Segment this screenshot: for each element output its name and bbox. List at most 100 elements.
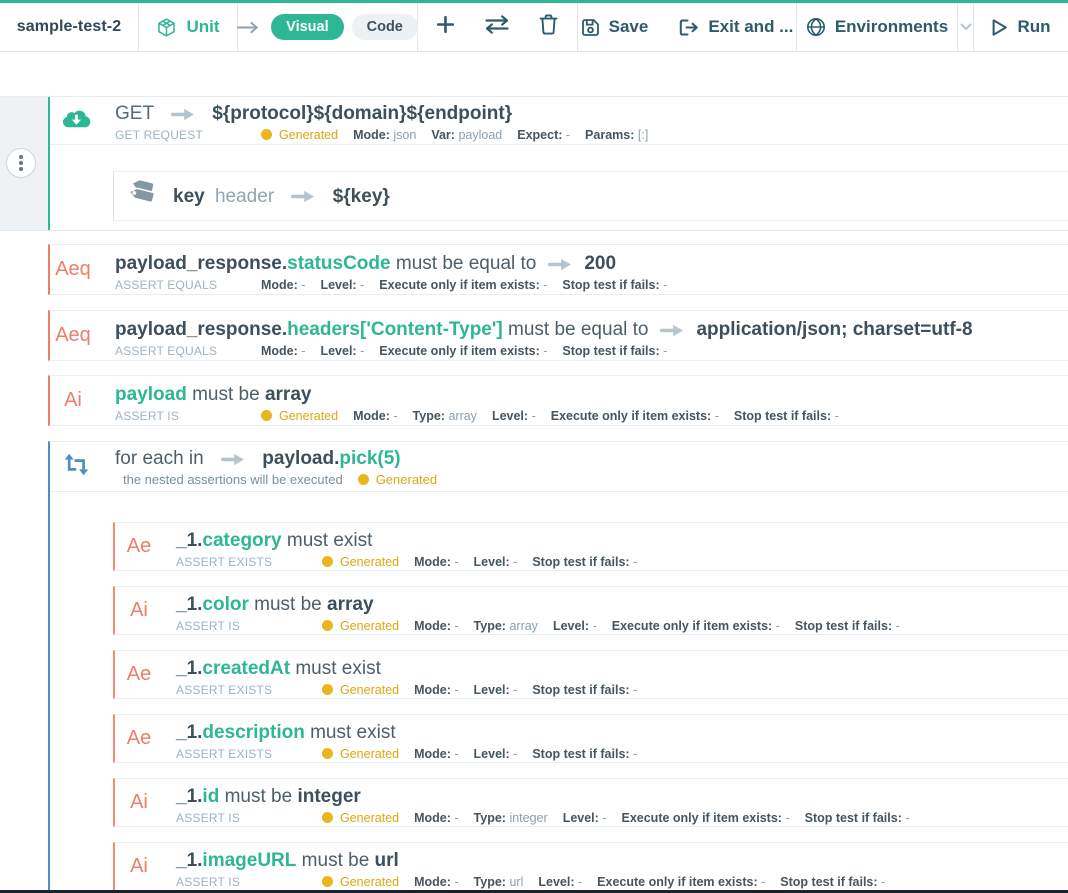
title-segment: _1. xyxy=(176,530,202,551)
nested-assert-row[interactable]: Ai _1.imageURL must be url ASSERT IS Gen… xyxy=(113,842,1068,891)
step-type-label: ASSERT IS xyxy=(176,875,322,889)
add-component-button[interactable] xyxy=(437,16,454,38)
option-field: Mode: - xyxy=(353,409,397,423)
environments-dropdown-toggle[interactable] xyxy=(960,18,972,36)
generated-dot-icon xyxy=(261,129,272,140)
assert-type-badge: Aeq xyxy=(55,258,91,281)
option-field: Type: array xyxy=(474,619,538,633)
assertion-title: _1.category must exist xyxy=(176,529,652,552)
option-field: Execute only if item exists: - xyxy=(612,619,780,633)
nested-assert-row[interactable]: Ae _1.description must exist ASSERT EXIS… xyxy=(113,714,1068,763)
nested-assert-row[interactable]: Ae _1.category must exist ASSERT EXISTS … xyxy=(113,522,1068,571)
generated-badge: Generated xyxy=(322,811,399,825)
title-segment: must exist xyxy=(282,530,373,551)
unit-cube-icon xyxy=(156,17,177,38)
title-segment: payload_response. xyxy=(115,319,287,340)
title-segment: _1. xyxy=(176,722,202,743)
arrow-right-icon xyxy=(221,449,245,472)
assertion-title: _1.imageURL must be url xyxy=(176,849,900,872)
generated-dot-icon xyxy=(358,474,369,485)
code-tab[interactable]: Code xyxy=(352,14,418,40)
visual-tab[interactable]: Visual xyxy=(271,14,343,40)
request-component[interactable]: GET ${protocol}${domain}${endpoint} GET … xyxy=(0,96,1068,231)
foreach-header: for each in payload.pick(5) the nested a… xyxy=(50,442,1068,492)
option-field: Level: - xyxy=(538,875,582,889)
unit-label: Unit xyxy=(186,17,219,37)
assert-type-badge: Ae xyxy=(127,663,151,686)
option-field: Level: - xyxy=(320,278,364,292)
assert-type-badge: Ae xyxy=(127,727,151,750)
option-field: Stop test if fails: - xyxy=(734,409,839,423)
foreach-target-fn: pick(5) xyxy=(339,448,400,469)
option-field: Type: integer xyxy=(474,811,548,825)
generated-badge: Generated xyxy=(261,128,338,142)
environments-button[interactable]: Environments xyxy=(806,17,948,37)
save-button[interactable]: Save xyxy=(581,17,649,37)
generated-dot-icon xyxy=(322,812,333,823)
assert-type-badge: Ae xyxy=(127,535,151,558)
title-segment: id xyxy=(202,786,219,807)
toolbar: sample-test-2 Unit Visual Code Save xyxy=(0,0,1068,52)
option-field: Level: - xyxy=(474,555,518,569)
option-field: Execute only if item exists: - xyxy=(597,875,765,889)
title-segment: statusCode xyxy=(287,253,390,274)
header-kind: header xyxy=(215,186,274,207)
generated-badge: Generated xyxy=(322,875,399,889)
request-header-item[interactable]: key header ${key} xyxy=(113,171,1068,221)
component-menu-button[interactable] xyxy=(6,148,36,178)
foreach-children: Ae _1.category must exist ASSERT EXISTS … xyxy=(113,492,1068,891)
assert-row[interactable]: Ai payload must be array ASSERT IS Gener… xyxy=(48,375,1068,426)
assert-type-badge: Ai xyxy=(130,791,148,814)
assert-type-badge: Ai xyxy=(130,855,148,878)
title-segment: payload_response. xyxy=(115,253,287,274)
generated-badge: Generated xyxy=(322,747,399,761)
assert-row[interactable]: Aeq payload_response.headers['Content-Ty… xyxy=(48,310,1068,361)
option-field: Stop test if fails: - xyxy=(780,875,885,889)
nested-assert-row[interactable]: Ai _1.id must be integer ASSERT IS Gener… xyxy=(113,778,1068,827)
unit-button[interactable]: Unit xyxy=(156,17,219,38)
trash-icon xyxy=(539,14,558,40)
option-field: Execute only if item exists: - xyxy=(621,811,789,825)
foreach-label: for each in xyxy=(115,448,204,469)
step-type-label: ASSERT EXISTS xyxy=(176,555,322,569)
assertion-title: payload_response.headers['Content-Type']… xyxy=(115,318,973,341)
request-header: GET ${protocol}${domain}${endpoint} GET … xyxy=(50,97,1068,145)
option-field: Execute only if item exists: - xyxy=(551,409,719,423)
reorder-components-button[interactable] xyxy=(484,15,510,39)
arrow-right-icon xyxy=(548,254,572,277)
option-field: Level: - xyxy=(474,683,518,697)
title-segment: headers['Content-Type'] xyxy=(287,319,503,340)
kebab-icon xyxy=(19,155,23,159)
nested-assert-row[interactable]: Ae _1.createdAt must exist ASSERT EXISTS… xyxy=(113,650,1068,699)
environments-label: Environments xyxy=(835,17,948,37)
cloud-download-icon xyxy=(62,107,91,134)
foreach-component[interactable]: for each in payload.pick(5) the nested a… xyxy=(48,441,1068,893)
save-label: Save xyxy=(609,17,649,37)
delete-button[interactable] xyxy=(539,14,558,40)
title-segment: _1. xyxy=(176,850,202,871)
step-type-label: GET REQUEST xyxy=(115,128,261,142)
assertion-title: _1.description must exist xyxy=(176,721,652,744)
title-segment: application/json; charset=utf-8 xyxy=(696,319,972,340)
option-field: Params: [:] xyxy=(585,128,648,142)
assert-row[interactable]: Aeq payload_response.statusCode must be … xyxy=(48,244,1068,295)
plus-icon xyxy=(437,16,454,38)
arrow-right-icon xyxy=(291,186,315,209)
option-field: Level: - xyxy=(563,811,607,825)
option-field: Type: array xyxy=(413,409,477,423)
title-segment: must be xyxy=(187,384,265,405)
arrow-right-icon xyxy=(171,104,195,127)
title-segment: integer xyxy=(297,786,360,807)
request-url: ${protocol}${domain}${endpoint} xyxy=(212,103,512,124)
title-segment: payload xyxy=(115,384,187,405)
option-field: Stop test if fails: - xyxy=(795,619,900,633)
assert-type-badge: Ai xyxy=(130,599,148,622)
run-button[interactable]: Run xyxy=(991,17,1050,37)
title-segment: 200 xyxy=(584,253,616,274)
title-segment: description xyxy=(202,722,304,743)
nested-assert-row[interactable]: Ai _1.color must be array ASSERT IS Gene… xyxy=(113,586,1068,635)
assertion-title: _1.color must be array xyxy=(176,593,915,616)
step-type-label: ASSERT EXISTS xyxy=(176,747,322,761)
exit-button[interactable]: Exit and ... xyxy=(679,17,793,37)
option-field: Mode: json xyxy=(353,128,416,142)
